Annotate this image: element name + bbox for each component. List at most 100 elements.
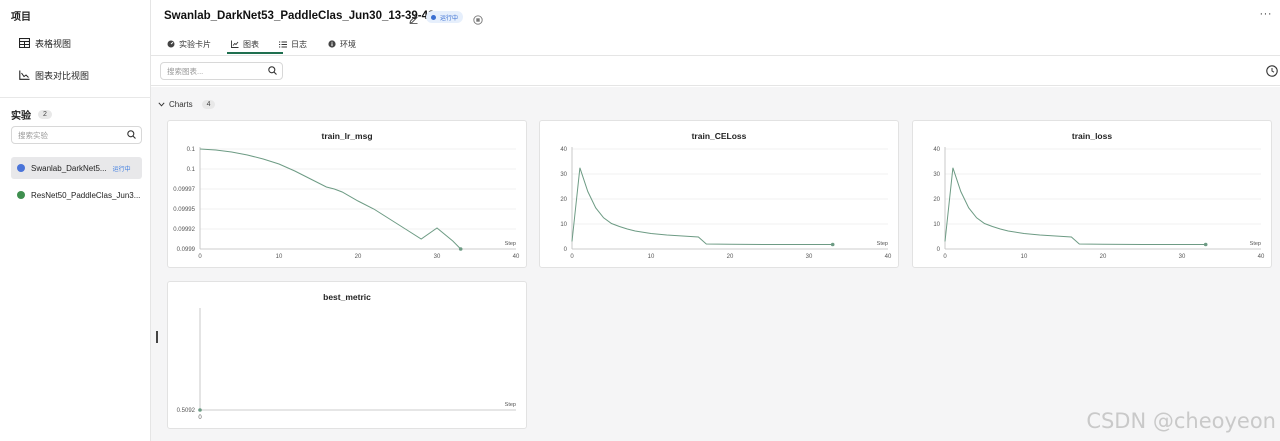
chart-card-train-celoss[interactable]: train_CELoss 40 30 20 10 0 0 10 20 30 40 Step [539, 120, 899, 268]
status-dot [431, 14, 436, 20]
chart-card-train-lr-msg[interactable]: train_lr_msg 0.1 0.1 0.09997 0.09995 0.09992… [167, 120, 527, 268]
sidebar-item-label: 表格视图 [35, 38, 72, 49]
edit-icon[interactable] [409, 11, 418, 29]
chart-search-input[interactable] [167, 66, 262, 76]
tab-label: 图表 [243, 39, 259, 49]
y-tick-label: 0 [937, 247, 941, 253]
y-tick-label: 10 [560, 222, 567, 228]
tab-environment[interactable]: 环境 [328, 35, 368, 53]
last-point-marker [1203, 242, 1208, 247]
y-tick-label: 0.09997 [173, 187, 195, 193]
info-icon [328, 40, 336, 48]
series-line [571, 167, 833, 245]
status-label: 运行中 [440, 15, 459, 22]
list-icon [279, 41, 287, 48]
experiment-title: Swanlab_DarkNet53_PaddleClas_Jun30_13-39… [164, 10, 435, 22]
search-icon[interactable] [268, 62, 277, 80]
experiments-heading: 实验 2 [11, 107, 52, 122]
x-tick-label: 30 [806, 254, 813, 260]
experiment-name: ResNet50_PaddleClas_Jun3... [31, 190, 141, 200]
train-lr-msg-chart: 0.1 0.1 0.09997 0.09995 0.09992 0.09990 10 20 30… [173, 147, 520, 260]
y-tick-label: 20 [933, 197, 940, 203]
x-tick-label: 0 [570, 254, 574, 260]
x-tick-label: 20 [1100, 254, 1107, 260]
watermark: CSDN @cheoyeon [1086, 409, 1276, 433]
x-tick-label: 10 [648, 254, 655, 260]
experiment-item-resnet[interactable]: ResNet50_PaddleClas_Jun3... [11, 184, 142, 206]
experiment-name: Swanlab_DarkNet5... [31, 163, 107, 173]
series-line [199, 148, 462, 250]
line-chart-icon [231, 40, 239, 48]
chart-toolbar [151, 56, 1280, 86]
y-tick-label: 30 [560, 172, 567, 178]
x-tick-label: 10 [276, 254, 283, 260]
tab-label: 日志 [291, 39, 307, 49]
sidebar-divider [0, 97, 151, 98]
experiment-header: Swanlab_DarkNet53_PaddleClas_Jun30_13-39… [151, 0, 1280, 56]
y-tick-label: 0.1 [187, 167, 196, 173]
train-loss-chart: 40 30 20 10 00 10 20 30 40 Step [933, 147, 1265, 260]
y-tick-label: 0.09995 [173, 207, 195, 213]
tab-charts[interactable]: 图表 [227, 35, 283, 54]
y-tick-label: 40 [933, 147, 940, 153]
sidebar: 项目 表格视图 图表对比视图 实验 2 Swanlab_Dar [0, 0, 151, 441]
experiment-color-dot[interactable] [17, 191, 25, 199]
y-tick-label: 0.5092 [177, 408, 196, 414]
x-axis-label: Step [505, 402, 516, 408]
y-tick-label: 20 [560, 197, 567, 203]
y-tick-label: 40 [560, 147, 567, 153]
x-tick-label: 40 [1258, 254, 1265, 260]
y-tick-label: 0.09992 [173, 227, 195, 233]
history-clock-icon[interactable] [1266, 64, 1278, 82]
experiment-color-dot[interactable] [17, 164, 25, 172]
x-axis-label: Step [1250, 241, 1261, 247]
series-line [944, 167, 1206, 245]
stop-icon[interactable] [473, 12, 483, 30]
experiment-item-darknet[interactable]: Swanlab_DarkNet5... 运行中 [11, 157, 142, 179]
x-tick-label: 30 [434, 254, 441, 260]
charts-area: Charts 4 train_lr_msg 0.1 0.1 0.09997 0.099… [151, 87, 1280, 441]
chart-compare-icon [18, 69, 30, 81]
last-point-marker [458, 247, 463, 251]
x-axis-label: Step [505, 241, 516, 247]
chart-card-train-loss[interactable]: train_loss 40 30 20 10 0 0 10 20 30 40 Step [912, 120, 1272, 268]
tab-logs[interactable]: 日志 [279, 35, 328, 53]
x-tick-label: 40 [885, 254, 892, 260]
last-point-marker [830, 242, 835, 247]
experiments-label: 实验 [11, 111, 31, 122]
sidebar-item-label: 图表对比视图 [35, 70, 90, 81]
chevron-down-icon [158, 100, 165, 109]
last-point-marker [198, 408, 202, 412]
tab-label: 实验卡片 [179, 39, 211, 49]
sidebar-item-table-view[interactable]: 表格视图 [0, 31, 151, 55]
x-tick-label: 0 [198, 415, 202, 421]
x-tick-label: 0 [198, 254, 202, 260]
x-tick-label: 10 [1021, 254, 1028, 260]
y-tick-label: 0.1 [187, 147, 196, 153]
resize-handle[interactable] [156, 331, 158, 343]
y-tick-label: 30 [933, 172, 940, 178]
tab-experiment-card[interactable]: 实验卡片 [167, 35, 231, 53]
search-icon[interactable] [127, 126, 136, 144]
more-menu-button[interactable]: ··· [1260, 8, 1273, 20]
status-badge: 运行中 [426, 11, 464, 23]
sidebar-item-chart-compare[interactable]: 图表对比视图 [0, 63, 151, 87]
tab-label: 环境 [340, 39, 356, 49]
x-tick-label: 0 [943, 254, 947, 260]
train-celoss-chart: 40 30 20 10 00 10 20 30 40 Step [560, 147, 892, 260]
charts-group-header[interactable]: Charts 4 [158, 100, 216, 109]
charts-count-badge: 4 [201, 100, 216, 109]
y-tick-label: 0.0999 [177, 247, 196, 253]
chart-card-best-metric[interactable]: best_metric 0.5092 0 Step [167, 281, 527, 429]
x-tick-label: 20 [727, 254, 734, 260]
tab-bar: 实验卡片 图表 日志 环境 [167, 35, 368, 54]
experiment-search-input[interactable] [18, 130, 118, 140]
chart-search [160, 62, 283, 80]
x-tick-label: 20 [355, 254, 362, 260]
x-tick-label: 40 [513, 254, 520, 260]
experiment-search [11, 126, 142, 144]
dashboard-icon [167, 40, 175, 48]
best-metric-chart: 0.50920 Step [177, 308, 516, 421]
app-window: 项目 表格视图 图表对比视图 实验 2 Swanlab_Dar [0, 0, 1280, 441]
charts-group-label: Charts [169, 100, 193, 109]
